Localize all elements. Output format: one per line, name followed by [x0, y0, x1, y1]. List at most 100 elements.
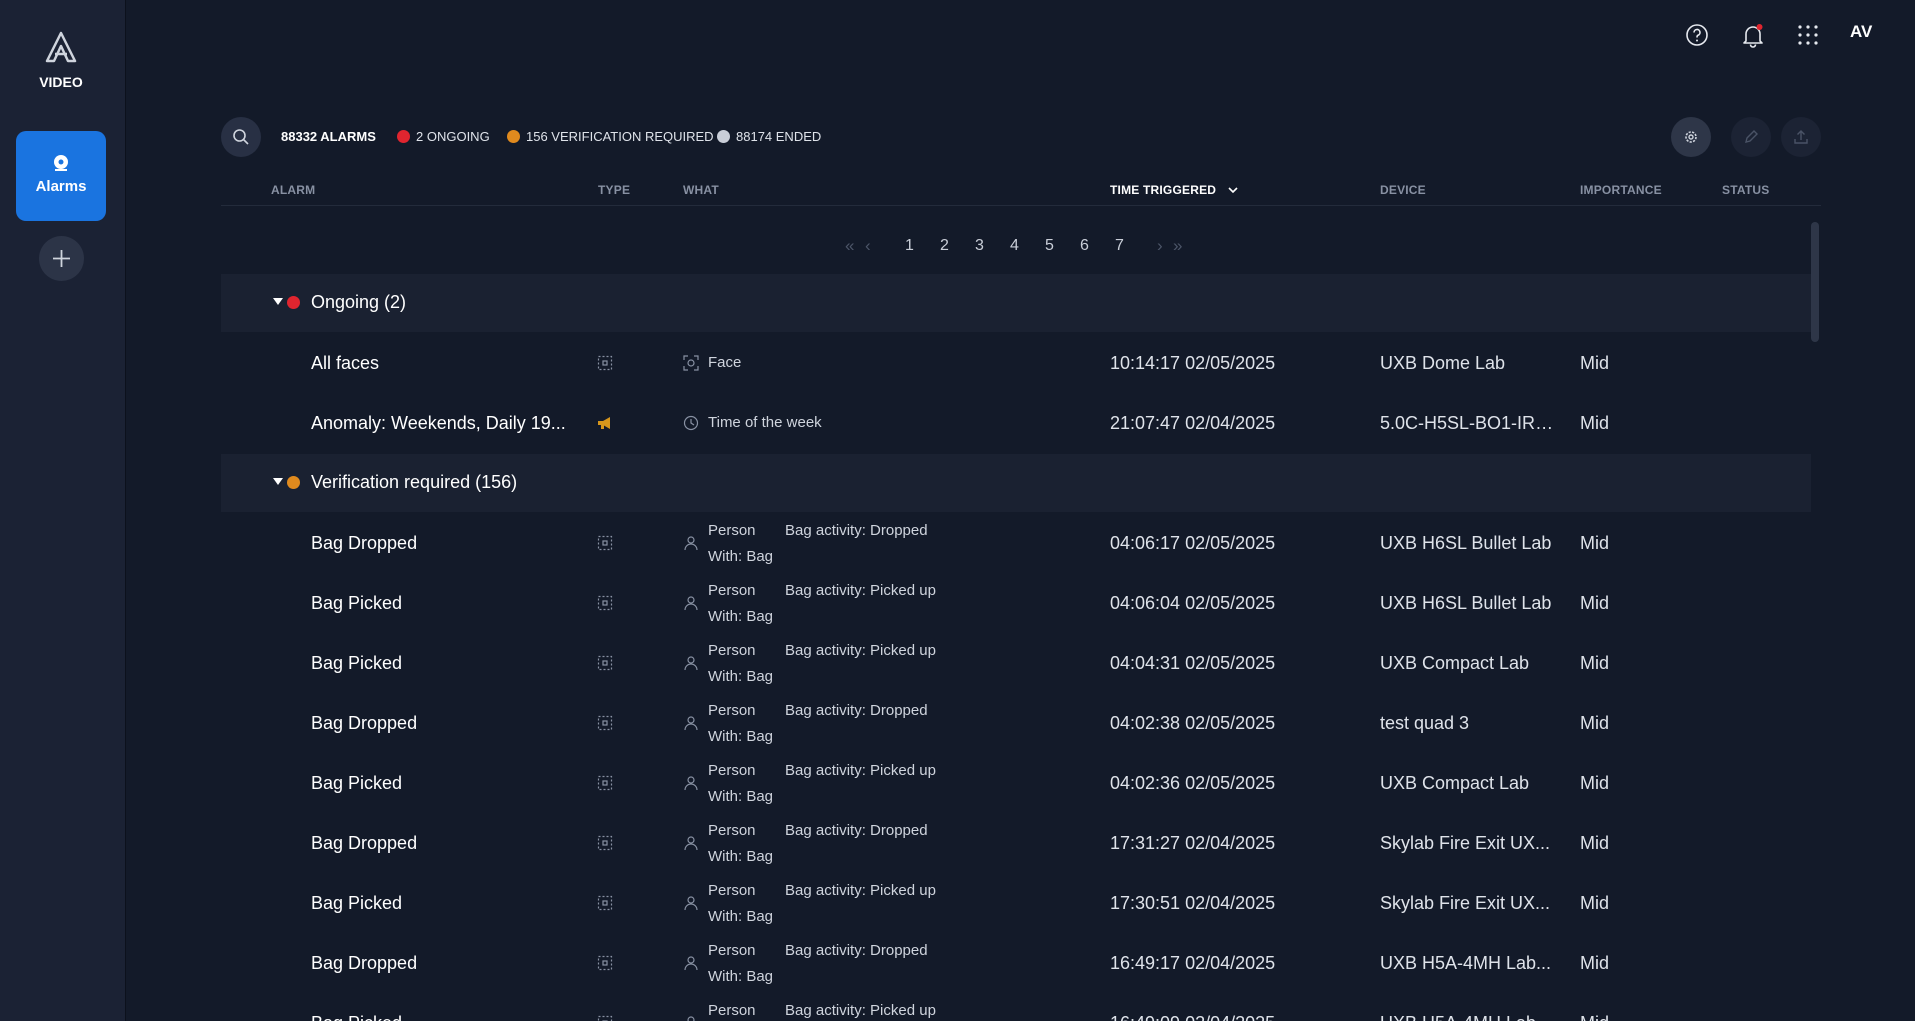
importance: Mid	[1580, 353, 1610, 373]
alarm-name: Bag Picked	[311, 773, 403, 793]
what-object: Person	[708, 882, 756, 899]
table-row[interactable]: Bag PickedPersonWith: BagBag activity: P…	[221, 994, 1811, 1021]
scrollbar[interactable]	[1811, 222, 1819, 342]
add-button[interactable]	[39, 236, 84, 281]
ongoing-filter[interactable]: 2 ONGOING	[397, 129, 490, 144]
analytics-type-icon	[597, 835, 613, 851]
search-button[interactable]	[221, 117, 261, 157]
person-icon	[684, 956, 698, 971]
page-5[interactable]: 5	[1045, 237, 1054, 255]
alarm-name: Anomaly: Weekends, Daily 19...	[311, 413, 566, 433]
column-header-device[interactable]: DEVICE	[1380, 183, 1426, 197]
importance: Mid	[1580, 593, 1610, 613]
column-header-time-triggered[interactable]: TIME TRIGGERED	[1110, 183, 1238, 197]
ended-filter[interactable]: 88174 ENDED	[717, 129, 821, 144]
table-row[interactable]: Bag Dropped Person With: Bag Bag activity: …	[221, 694, 1811, 754]
what-object: Person	[708, 942, 756, 959]
total-alarms-count: 88332 ALARMS	[281, 129, 376, 144]
table-row[interactable]: Bag PickedPersonWith: BagBag activity: P…	[221, 634, 1811, 694]
next-page-icon[interactable]: ›	[1157, 236, 1163, 256]
person-icon	[684, 896, 698, 911]
analytics-type-icon	[597, 895, 613, 911]
prev-page-icon[interactable]: ‹	[865, 236, 871, 256]
page-3[interactable]: 3	[975, 237, 984, 255]
analytics-type-icon	[597, 595, 613, 611]
time-triggered: 17:31:27 02/04/2025	[1110, 833, 1276, 853]
table-row[interactable]: Bag PickedPersonWith: BagBag activity: P…	[221, 874, 1811, 934]
collapse-triangle-icon	[273, 298, 283, 305]
table-row[interactable]: All faces Face 10:14:17 02/05/2025 UXB D…	[221, 334, 1811, 394]
page-4[interactable]: 4	[1010, 237, 1019, 255]
verification-count: 156 VERIFICATION REQUIRED	[526, 129, 714, 144]
device-name: UXB Dome Lab	[1380, 353, 1506, 373]
notification-bell-icon[interactable]	[1740, 22, 1766, 48]
table-row[interactable]: Bag PickedPersonWith: BagBag activity: P…	[221, 754, 1811, 814]
device-name: UXB H5A-4MH Lab...	[1380, 1013, 1551, 1021]
what-object: Person	[708, 702, 756, 719]
export-button[interactable]	[1781, 117, 1821, 157]
what-object: Person	[708, 1002, 756, 1019]
last-page-icon[interactable]: »	[1173, 236, 1182, 256]
analytics-type-icon	[597, 1015, 613, 1021]
device-name: UXB H5A-4MH Lab...	[1380, 953, 1552, 973]
upload-icon	[1794, 130, 1808, 144]
what-activity: Bag activity: Picked up	[785, 882, 936, 899]
alarm-name: Bag Picked	[311, 893, 403, 913]
ongoing-status-icon	[397, 130, 410, 143]
group-header-ongoing[interactable]: Ongoing (2)	[221, 274, 1811, 332]
column-header-status[interactable]: STATUS	[1722, 183, 1769, 197]
page-7[interactable]: 7	[1115, 237, 1124, 255]
table-row[interactable]: Anomaly: Weekends, Daily 19... Time of t…	[221, 394, 1811, 454]
what-attribute: With: Bag	[708, 668, 774, 685]
time-triggered: 16:49:09 02/04/2025	[1110, 1013, 1275, 1021]
help-icon[interactable]	[1684, 22, 1710, 48]
time-triggered: 04:02:38 02/05/2025	[1110, 713, 1276, 733]
table-row[interactable]: Bag Dropped Person With: Bag Bag activity: …	[221, 514, 1811, 574]
what-object: Person	[708, 642, 756, 659]
importance: Mid	[1580, 533, 1610, 553]
app-name: VIDEO	[39, 74, 83, 90]
ended-count: 88174 ENDED	[736, 129, 822, 144]
time-triggered: 17:30:51 02/04/2025	[1110, 893, 1276, 913]
clock-status-icon	[507, 130, 520, 143]
page-6[interactable]: 6	[1080, 237, 1089, 255]
what-text: Face	[708, 354, 742, 371]
analytics-type-icon	[597, 655, 613, 671]
table-row[interactable]: Bag PickedPersonWith: BagBag activity: P…	[221, 574, 1811, 634]
edit-button[interactable]	[1731, 117, 1771, 157]
what-attribute: With: Bag	[708, 728, 774, 745]
user-avatar[interactable]: AV	[1850, 22, 1872, 42]
table-row[interactable]: Bag Dropped Person With: Bag Bag activity: …	[221, 934, 1811, 994]
nav-alarms[interactable]: Alarms	[16, 131, 106, 221]
app-grid-icon[interactable]	[1795, 22, 1821, 48]
pencil-icon	[1745, 130, 1758, 143]
page-2[interactable]: 2	[940, 237, 949, 255]
table-row[interactable]: Bag Dropped Person With: Bag Bag activity: …	[221, 814, 1811, 874]
what-activity: Bag activity: Dropped	[785, 942, 928, 959]
ongoing-count: 2 ONGOING	[416, 129, 490, 144]
person-icon	[684, 536, 698, 551]
column-header-type[interactable]: TYPE	[598, 183, 630, 197]
what-object: Person	[708, 582, 756, 599]
what-activity: Bag activity: Dropped	[785, 702, 928, 719]
device-name: UXB H6SL Bullet Lab	[1380, 593, 1552, 613]
verification-filter[interactable]: 156 VERIFICATION REQUIRED	[507, 129, 714, 144]
column-header-importance[interactable]: IMPORTANCE	[1580, 183, 1662, 197]
header-divider	[221, 205, 1821, 206]
analytics-type-icon	[597, 955, 613, 971]
first-page-icon[interactable]: «	[845, 236, 854, 256]
what-attribute: With: Bag	[708, 608, 774, 625]
what-activity: Bag activity: Picked up	[785, 642, 936, 659]
column-header-what[interactable]: WHAT	[683, 183, 719, 197]
settings-button[interactable]	[1671, 117, 1711, 157]
group-header-verification[interactable]: Verification required (156)	[221, 454, 1811, 512]
group-label: Ongoing (2)	[311, 292, 407, 312]
what-attribute: With: Bag	[708, 548, 774, 565]
time-triggered: 10:14:17 02/05/2025	[1110, 353, 1276, 373]
importance: Mid	[1580, 413, 1610, 433]
column-header-alarm[interactable]: ALARM	[271, 183, 315, 197]
page-1[interactable]: 1	[905, 237, 914, 255]
alarm-name: Bag Dropped	[311, 713, 418, 733]
person-icon	[684, 836, 698, 851]
sidebar: VIDEO Alarms	[0, 0, 126, 1021]
